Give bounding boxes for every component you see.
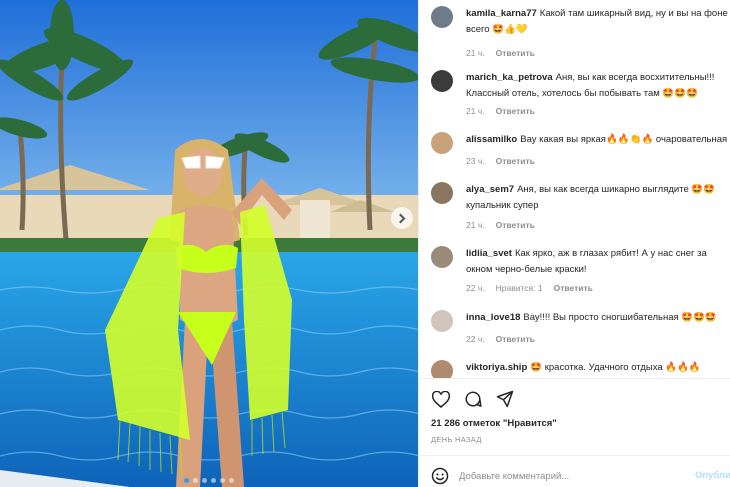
reply-button[interactable]: Ответить (496, 220, 535, 230)
comment-time: 21 ч. (466, 48, 485, 58)
comments-panel: kamila_karna77 Какой там шикарный вид, ну… (418, 0, 730, 487)
reply-button[interactable]: Ответить (496, 106, 535, 116)
carousel-indicator (0, 478, 418, 483)
resort-pool-photo (0, 0, 418, 487)
post-actions (431, 388, 515, 410)
comment-text: Вау!!!! Вы просто сногшибательная 🤩🤩🤩 (523, 312, 717, 323)
avatar[interactable] (431, 6, 453, 28)
avatar[interactable] (431, 132, 453, 154)
divider (419, 455, 730, 456)
carousel-dot (202, 478, 207, 483)
comment-time: 23 ч. (466, 156, 485, 166)
avatar[interactable] (431, 246, 453, 268)
comment-likes[interactable]: Нравится: 1 (496, 283, 543, 293)
carousel-dot (211, 478, 216, 483)
carousel-dot (193, 478, 198, 483)
comment-list[interactable]: kamila_karna77 Какой там шикарный вид, ну… (419, 0, 730, 378)
avatar[interactable] (431, 310, 453, 332)
comment-username[interactable]: viktoriya.ship (466, 362, 527, 373)
comment-icon[interactable] (463, 389, 483, 409)
add-comment-row: Опубликовать (431, 465, 730, 487)
comment-username[interactable]: lidiia_svet (466, 248, 512, 259)
comment-time: 22 ч. (466, 334, 485, 344)
post-date: ДЕНЬ НАЗАД (431, 435, 482, 444)
reply-button[interactable]: Ответить (496, 156, 535, 166)
divider (419, 378, 730, 379)
heart-icon[interactable] (431, 389, 451, 409)
likes-count[interactable]: 21 286 отметок "Нравится" (431, 418, 557, 429)
comment-text: 🤩 красотка. Удачного отдыха 🔥🔥🔥 (530, 362, 701, 373)
comment-time: 22 ч. (466, 283, 485, 293)
comment-text: Вау какая вы яркая🔥🔥👏🔥 очаровательная (520, 134, 728, 145)
comment-username[interactable]: alissamilko (466, 134, 517, 145)
comment-username[interactable]: alya_sem7 (466, 184, 514, 195)
reply-button[interactable]: Ответить (554, 283, 593, 293)
post-photo[interactable] (0, 0, 418, 487)
comment-input[interactable] (459, 467, 689, 485)
avatar[interactable] (431, 70, 453, 92)
comment-time: 21 ч. (466, 220, 485, 230)
publish-button[interactable]: Опубликовать (695, 470, 730, 481)
carousel-dot (220, 478, 225, 483)
emoji-icon[interactable] (431, 467, 449, 485)
reply-button[interactable]: Ответить (496, 334, 535, 344)
share-icon[interactable] (495, 389, 515, 409)
comment-username[interactable]: kamila_karna77 (466, 8, 537, 19)
next-photo-button[interactable] (391, 207, 413, 229)
carousel-dot (184, 478, 189, 483)
comment-time: 21 ч. (466, 106, 485, 116)
carousel-dot (229, 478, 234, 483)
avatar[interactable] (431, 360, 453, 378)
avatar[interactable] (431, 182, 453, 204)
comment-username[interactable]: inna_love18 (466, 312, 520, 323)
reply-button[interactable]: Ответить (496, 48, 535, 58)
chevron-right-icon (395, 213, 406, 223)
comment-username[interactable]: marich_ka_petrova (466, 72, 553, 83)
